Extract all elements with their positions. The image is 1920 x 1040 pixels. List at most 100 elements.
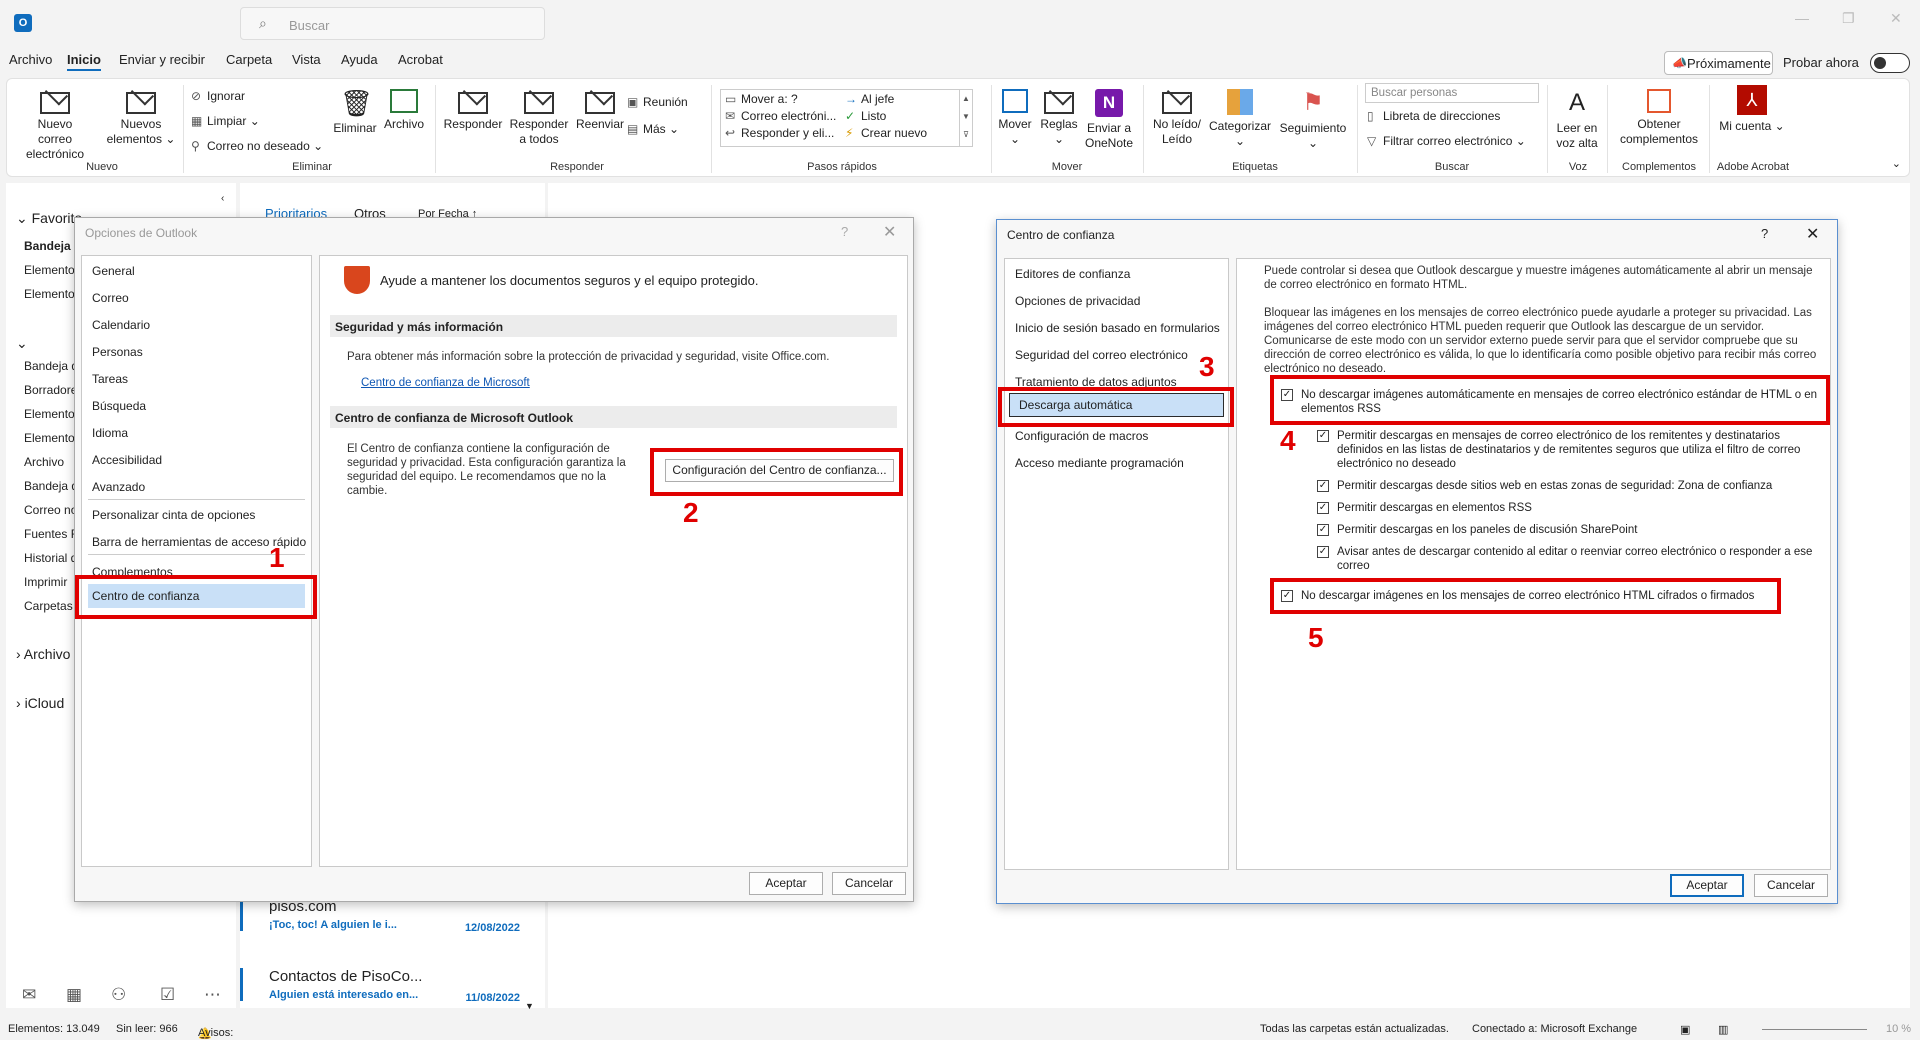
quickstep-responder-eliminar[interactable]: ↩ Responder y eli... (725, 126, 834, 140)
quickstep-al-jefe[interactable]: → Al jefe (845, 92, 894, 106)
nuevo-correo-button[interactable]: Nuevo correo electrónico (19, 89, 91, 162)
category-correo[interactable]: Correo (92, 291, 129, 305)
filtrar-label: Filtrar correo electrónico (1383, 134, 1513, 148)
close-dialog-icon[interactable]: ✕ (1806, 224, 1819, 244)
category-idioma[interactable]: Idioma (92, 426, 128, 440)
collapse-pane-icon[interactable]: ‹ (221, 193, 224, 204)
close-window-icon[interactable]: ✕ (1890, 10, 1902, 27)
zoom-level: 10 % (1886, 1023, 1912, 1035)
enviar-onenote-button[interactable]: N Enviar a OneNote (1083, 89, 1135, 151)
collapse-ribbon-icon[interactable]: ⌄ (1892, 157, 1901, 170)
menu-carpeta[interactable]: Carpeta (226, 52, 272, 67)
quickstep-listo[interactable]: ✓ Listo (845, 109, 886, 123)
trust-category-list: Editores de confianza Opciones de privac… (1004, 258, 1229, 870)
obtener-complementos-button[interactable]: Obtener complementos (1615, 89, 1703, 147)
reunion-button[interactable]: ▣ Reunión (627, 95, 688, 109)
favoritos-header[interactable]: ⌄ Favorito (16, 210, 82, 227)
people-nav-icon[interactable]: ⚇ (111, 985, 126, 1005)
checkbox-remitentes-seguros[interactable]: ✓ Permitir descargas en mensajes de corr… (1317, 429, 1817, 471)
tasks-nav-icon[interactable]: ☑ (160, 985, 175, 1005)
proximamente-button[interactable]: 📣 Próximamente (1664, 51, 1773, 75)
icloud-account-header[interactable]: › iCloud (16, 695, 64, 711)
filtrar-correo-button[interactable]: ▽ Filtrar correo electrónico ⌄ (1367, 134, 1526, 148)
reading-view-icon[interactable]: ▥ (1718, 1023, 1728, 1036)
archivo-button[interactable]: Archivo (382, 89, 426, 132)
category-tareas[interactable]: Tareas (92, 372, 128, 386)
zoom-slider[interactable] (1762, 1029, 1867, 1030)
menu-archivo[interactable]: Archivo (9, 52, 52, 67)
list-item[interactable]: Contactos de PisoCo... Alguien está inte… (240, 968, 520, 1004)
category-privacidad[interactable]: Opciones de privacidad (1015, 294, 1140, 308)
category-acceso-programacion[interactable]: Acceso mediante programación (1015, 456, 1184, 470)
checkbox-avisar-editar[interactable]: ✓ Avisar antes de descargar contenido al… (1317, 545, 1817, 573)
responder-button[interactable]: Responder (443, 89, 503, 132)
group-label-pasos-rapidos: Pasos rápidos (807, 161, 877, 173)
quickstep-correo[interactable]: ✉ Correo electróni... (725, 109, 836, 123)
limpiar-button[interactable]: ▦ Limpiar ⌄ (191, 114, 260, 128)
maximize-icon[interactable]: ❐ (1842, 10, 1855, 27)
menu-inicio[interactable]: Inicio (67, 52, 101, 71)
no-leido-button[interactable]: No leído/ Leído (1149, 89, 1205, 147)
cancelar-button[interactable]: Cancelar (832, 872, 906, 895)
probar-ahora-toggle[interactable] (1870, 53, 1910, 73)
correo-no-deseado-button[interactable]: ⚲ Correo no deseado ⌄ (191, 139, 323, 153)
checkbox-sharepoint[interactable]: ✓ Permitir descargas en los paneles de d… (1317, 523, 1817, 537)
category-seguridad-correo[interactable]: Seguridad del correo electrónico (1015, 348, 1188, 362)
category-personas[interactable]: Personas (92, 345, 143, 359)
category-busqueda[interactable]: Búsqueda (92, 399, 146, 413)
minimize-icon[interactable]: — (1795, 10, 1809, 26)
menu-enviar-recibir[interactable]: Enviar y recibir (119, 52, 205, 67)
category-editores[interactable]: Editores de confianza (1015, 267, 1130, 281)
eliminar-button[interactable]: 🗑 Eliminar (333, 89, 377, 136)
categorizar-button[interactable]: Categorizar ⌄ (1207, 89, 1273, 149)
quickstep-label: Correo electróni... (741, 109, 837, 123)
seguimiento-button[interactable]: ⚑ Seguimiento ⌄ (1277, 89, 1349, 151)
quickstep-crear-nuevo[interactable]: ⚡ Crear nuevo (845, 126, 927, 140)
scroll-down-icon[interactable]: ▼ (525, 1001, 534, 1011)
acrobat-icon: ⅄ (1737, 85, 1767, 115)
category-accesibilidad[interactable]: Accesibilidad (92, 453, 162, 467)
normal-view-icon[interactable]: ▣ (1680, 1023, 1690, 1036)
cancelar-button[interactable]: Cancelar (1754, 874, 1828, 897)
help-icon[interactable]: ? (841, 224, 848, 239)
group-separator (435, 85, 436, 173)
category-inicio-sesion[interactable]: Inicio de sesión basado en formularios (1015, 321, 1220, 335)
account-header[interactable]: ⌄ (16, 335, 28, 352)
mail-nav-icon[interactable]: ✉ (22, 985, 36, 1005)
checkbox-elementos-rss[interactable]: ✓ Permitir descargas en elementos RSS (1317, 501, 1817, 515)
nuevos-elementos-button[interactable]: Nuevos elementos ⌄ (105, 89, 177, 147)
mas-button[interactable]: ▤ Más ⌄ (627, 122, 679, 136)
group-separator (1607, 85, 1608, 173)
responder-todos-button[interactable]: Responder a todos (509, 89, 569, 147)
menu-acrobat[interactable]: Acrobat (398, 52, 443, 67)
seguimiento-label: Seguimiento (1279, 121, 1347, 135)
calendar-nav-icon[interactable]: ▦ (66, 985, 82, 1005)
category-calendario[interactable]: Calendario (92, 318, 150, 332)
libreta-direcciones-button[interactable]: ▯ Libreta de direcciones (1367, 109, 1500, 123)
menu-vista[interactable]: Vista (292, 52, 321, 67)
buscar-personas-input[interactable]: Buscar personas (1365, 83, 1539, 103)
category-avanzado[interactable]: Avanzado (92, 480, 145, 494)
quickstep-mover[interactable]: ▭ Mover a: ? (725, 92, 798, 106)
quickstep-scroll[interactable]: ▲ ▼ ⊽ (959, 90, 972, 146)
aceptar-button[interactable]: Aceptar (749, 872, 823, 895)
category-macros[interactable]: Configuración de macros (1015, 429, 1148, 443)
checkbox-zona-confianza[interactable]: ✓ Permitir descargas desde sitios web en… (1317, 479, 1817, 493)
category-personalizar-cinta[interactable]: Personalizar cinta de opciones (92, 508, 255, 522)
leer-voz-alta-button[interactable]: A Leer en voz alta (1552, 89, 1602, 151)
more-nav-icon[interactable]: ⋯ (204, 985, 221, 1005)
aceptar-button[interactable]: Aceptar (1670, 874, 1744, 897)
search-input[interactable]: ⌕ Buscar (240, 7, 545, 40)
close-dialog-icon[interactable]: ✕ (883, 222, 896, 242)
archivo-account-header[interactable]: › Archivo (16, 646, 70, 662)
mi-cuenta-button[interactable]: ⅄ Mi cuenta ⌄ (1719, 85, 1785, 134)
reenviar-button[interactable]: Reenviar (570, 89, 630, 132)
menu-ayuda[interactable]: Ayuda (341, 52, 378, 67)
category-general[interactable]: General (92, 264, 135, 278)
ignorar-button[interactable]: ⊘ Ignorar (191, 89, 245, 103)
list-item[interactable]: pisos.com ¡Toc, toc! A alguien le i... 1… (240, 898, 520, 934)
centro-confianza-microsoft-link[interactable]: Centro de confianza de Microsoft (361, 376, 530, 390)
help-icon[interactable]: ? (1761, 226, 1768, 241)
mover-button[interactable]: Mover ⌄ (995, 89, 1035, 147)
reglas-button[interactable]: Reglas ⌄ (1039, 89, 1079, 147)
